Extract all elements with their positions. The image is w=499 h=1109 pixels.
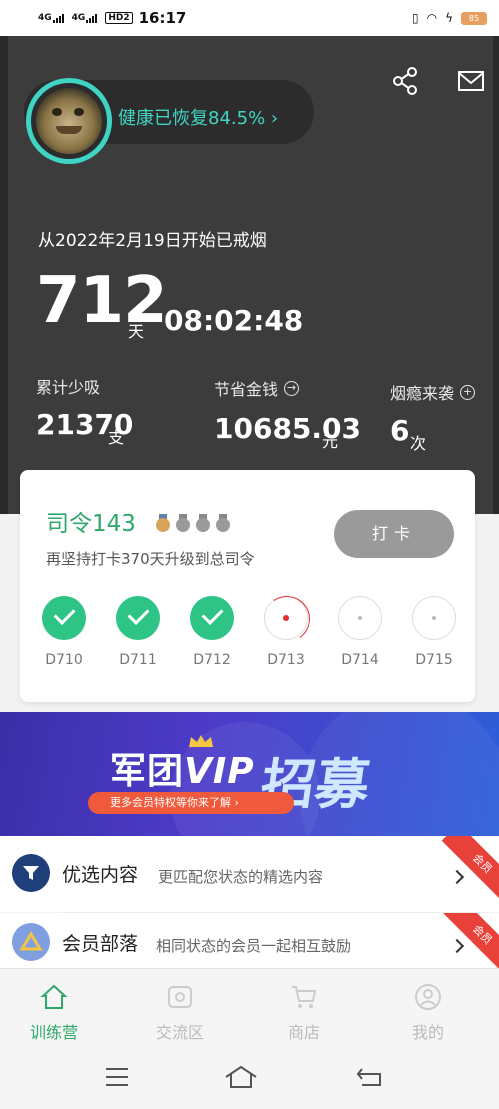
stats-header: 健康已恢复84.5% › 从2022年2月19日开始已戒烟 712 天 08:0… [0, 36, 499, 514]
list-item-title: 会员部落 [62, 933, 139, 955]
rank-upgrade-hint: 再坚持打卡370天升级到总司令 [46, 550, 255, 568]
less-smoked-label: 累计少吸 [36, 374, 100, 398]
nav-label: 商店 [287, 1023, 320, 1042]
gold-medal-icon [156, 514, 170, 532]
charging-icon: ϟ [445, 11, 453, 25]
home-system-icon[interactable] [224, 1064, 258, 1090]
check-icon [116, 596, 160, 640]
battery-icon: 85 [461, 11, 487, 25]
nav-label: 我的 [411, 1023, 444, 1042]
cart-icon [292, 986, 317, 1008]
day-item-current[interactable]: D713 [256, 596, 316, 668]
status-bar: 4G 4G HD2 16:17 ▯ ◠ ϟ 85 [0, 0, 499, 36]
hd-badge: HD2 [105, 12, 133, 24]
nav-tab-community[interactable]: 交流区 [140, 983, 220, 1043]
less-smoked-label-text: 累计少吸 [36, 378, 101, 397]
triangle-icon [12, 923, 50, 961]
day-label: D711 [119, 652, 157, 668]
check-icon [190, 596, 234, 640]
nav-tab-store[interactable]: 商店 [264, 983, 344, 1043]
health-recovery-text[interactable]: 健康已恢复84.5% › [118, 104, 278, 130]
money-saved-value: 10685.03 [214, 412, 362, 445]
camera-icon [168, 986, 192, 1008]
day-label: D715 [415, 652, 453, 668]
share-icon[interactable] [390, 66, 420, 96]
nav-tab-profile[interactable]: 我的 [388, 983, 468, 1043]
network-type-label-2: 4G [71, 13, 86, 23]
money-saved-label-text: 节省金钱 [214, 380, 279, 399]
list-item-member-tribe[interactable]: 会员部落 相同状态的会员一起相互鼓励 会员 [0, 913, 499, 968]
bottom-nav: 训练营 交流区 商店 我的 [0, 968, 499, 1046]
day-label: D710 [45, 652, 83, 668]
pending-dot-icon [338, 596, 382, 640]
day-item[interactable]: D711 [108, 596, 168, 668]
day-item[interactable]: D712 [182, 596, 242, 668]
home-icon [40, 984, 68, 1009]
wifi-icon: ◠ [426, 11, 438, 25]
signal-strength-icon: 4G [38, 13, 64, 23]
cravings-value: 6 [390, 414, 410, 447]
vibrate-icon: ▯ [411, 11, 419, 25]
gray-medal-icon [216, 514, 230, 532]
status-time: 16:17 [138, 9, 187, 27]
days-unit: 天 [128, 322, 145, 341]
elapsed-timer: 08:02:48 [164, 304, 304, 337]
avatar [36, 88, 102, 154]
chevron-right-icon [449, 869, 465, 885]
system-nav-bar [0, 1046, 499, 1109]
cravings-label-text: 烟瘾来袭 [390, 384, 455, 403]
banner-vip-text: VIP [184, 751, 255, 792]
cravings-unit: 次 [410, 434, 427, 453]
day-item[interactable]: D715 [404, 596, 464, 668]
list-item-title: 优选内容 [62, 864, 139, 886]
medal-row [156, 514, 230, 532]
day-label: D712 [193, 652, 231, 668]
day-label: D714 [341, 652, 379, 668]
plus-circle-icon[interactable]: + [460, 384, 476, 400]
day-item[interactable]: D710 [34, 596, 94, 668]
menu-icon[interactable] [104, 1066, 130, 1088]
money-saved-unit: 元 [322, 432, 339, 451]
list-item-curated-content[interactable]: 优选内容 更匹配您状态的精选内容 会员 [0, 836, 499, 912]
avatar-ring[interactable] [26, 78, 112, 164]
gray-medal-icon [196, 514, 210, 532]
network-type-label: 4G [38, 13, 52, 23]
member-ribbon: 会员 [441, 913, 499, 968]
gray-medal-icon [176, 514, 190, 532]
vip-recruit-banner[interactable]: 军团VIP 招募 更多会员特权等你来了解 › [0, 712, 499, 836]
list-item-subtitle: 更匹配您状态的精选内容 [158, 868, 324, 886]
nav-tab-training-camp[interactable]: 训练营 [14, 983, 94, 1043]
banner-title: 军团VIP [110, 742, 255, 794]
user-icon [415, 984, 441, 1010]
arrow-right-circle-icon[interactable]: → [284, 380, 300, 396]
pending-dot-icon [412, 596, 456, 640]
nav-label: 训练营 [29, 1023, 78, 1042]
member-ribbon: 会员 [441, 836, 499, 905]
quit-since-text: 从2022年2月19日开始已戒烟 [38, 231, 267, 251]
mail-icon[interactable] [456, 66, 486, 96]
progress-ring-icon [264, 596, 308, 640]
signal-strength-icon-2: 4G [72, 13, 98, 23]
rank-title: 司令143 [46, 511, 136, 537]
day-label: D713 [267, 652, 305, 668]
checkin-button[interactable]: 打卡 [334, 510, 454, 558]
banner-more-perks-link[interactable]: 更多会员特权等你来了解 › [88, 792, 294, 814]
cravings-label[interactable]: 烟瘾来袭 + [390, 380, 476, 404]
check-icon [42, 596, 86, 640]
list-item-subtitle: 相同状态的会员一起相互鼓励 [156, 937, 352, 955]
day-item[interactable]: D714 [330, 596, 390, 668]
chevron-right-icon [449, 938, 465, 954]
nav-label: 交流区 [155, 1023, 204, 1042]
less-smoked-unit: 支 [108, 428, 125, 447]
money-saved-label[interactable]: 节省金钱 → [214, 376, 300, 400]
rank-card: 司令143 再坚持打卡370天升级到总司令 打卡 D710 D711 D712 … [20, 470, 475, 702]
back-icon[interactable] [356, 1066, 384, 1088]
banner-title-left: 军团 [110, 751, 185, 792]
filter-icon [12, 854, 50, 892]
days-count: 712 [36, 264, 168, 338]
